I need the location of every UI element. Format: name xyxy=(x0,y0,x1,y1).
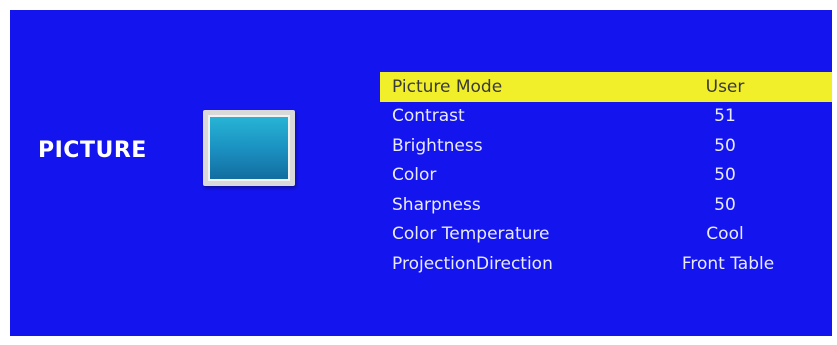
settings-menu: Picture Mode User Contrast 51 Brightness… xyxy=(380,72,832,279)
menu-item-label: Brightness xyxy=(392,135,483,156)
menu-item-value: User xyxy=(705,76,745,97)
menu-item-sharpness[interactable]: Sharpness 50 xyxy=(380,190,832,220)
menu-item-value: 50 xyxy=(714,135,736,156)
menu-item-projection-direction[interactable]: ProjectionDirection Front Table xyxy=(380,249,832,279)
menu-item-value: 50 xyxy=(714,194,736,215)
menu-item-label: ProjectionDirection xyxy=(392,253,553,274)
section-title: PICTURE xyxy=(38,138,147,163)
menu-item-label: Picture Mode xyxy=(392,76,503,97)
menu-item-value: Cool xyxy=(706,224,744,245)
menu-item-picture-mode[interactable]: Picture Mode User xyxy=(380,72,832,102)
menu-item-label: Color Temperature xyxy=(392,224,550,245)
menu-item-contrast[interactable]: Contrast 51 xyxy=(380,102,832,132)
menu-item-label: Contrast xyxy=(392,106,465,127)
menu-item-value: Front Table xyxy=(681,253,775,274)
picture-icon-bezel xyxy=(208,115,290,181)
menu-item-label: Sharpness xyxy=(392,194,481,215)
menu-item-brightness[interactable]: Brightness 50 xyxy=(380,131,832,161)
menu-item-color-temperature[interactable]: Color Temperature Cool xyxy=(380,220,832,250)
menu-item-color[interactable]: Color 50 xyxy=(380,161,832,191)
menu-item-value: 50 xyxy=(714,165,736,186)
picture-icon xyxy=(203,110,295,186)
menu-item-value: 51 xyxy=(714,106,736,127)
osd-menu-screen: PICTURE Picture Mode User Contrast 51 Br… xyxy=(10,10,832,336)
menu-item-label: Color xyxy=(392,165,437,186)
